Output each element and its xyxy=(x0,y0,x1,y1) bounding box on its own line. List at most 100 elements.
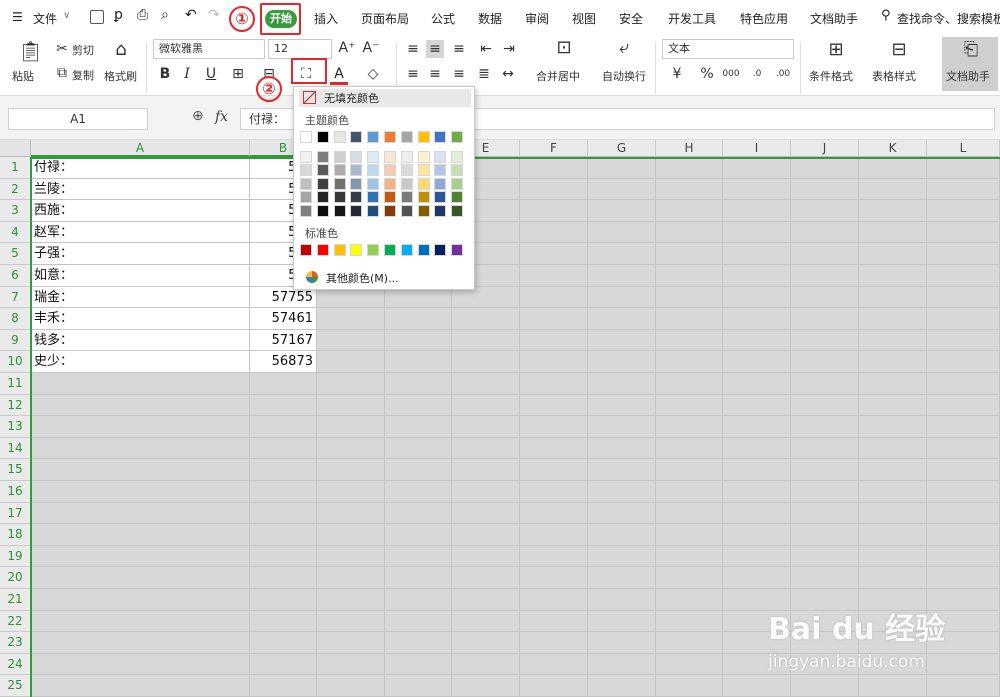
paste-button[interactable]: 粘贴 xyxy=(12,68,34,84)
cell[interactable] xyxy=(317,373,385,395)
cell[interactable] xyxy=(927,329,1000,352)
undo-icon[interactable]: ↶ xyxy=(185,7,197,23)
name-cell[interactable]: 钱多： xyxy=(31,329,250,352)
cell[interactable] xyxy=(588,567,656,589)
cell[interactable] xyxy=(656,329,723,352)
cell[interactable] xyxy=(588,545,656,568)
select-all-corner[interactable] xyxy=(0,140,31,157)
cell[interactable] xyxy=(723,524,791,546)
tab-special[interactable]: 特色应用 xyxy=(740,10,788,27)
cell[interactable] xyxy=(317,394,385,417)
cell[interactable] xyxy=(385,437,452,460)
tab-formulas[interactable]: 公式 xyxy=(431,10,455,27)
cell[interactable] xyxy=(723,502,791,525)
name-cell[interactable]: 丰禾： xyxy=(31,308,250,330)
cell[interactable] xyxy=(452,632,520,654)
name-cell[interactable]: 史少： xyxy=(31,351,250,373)
cell[interactable] xyxy=(588,157,656,179)
cell[interactable] xyxy=(250,675,317,697)
row-header[interactable]: 13 xyxy=(0,416,31,438)
theme-shade-swatch[interactable] xyxy=(333,151,346,163)
name-cell[interactable]: 付禄： xyxy=(31,157,250,179)
cell[interactable] xyxy=(520,524,588,546)
cell[interactable] xyxy=(656,502,723,525)
cell[interactable] xyxy=(31,545,250,568)
cell[interactable] xyxy=(791,178,859,201)
cell[interactable] xyxy=(791,329,859,352)
cell[interactable] xyxy=(520,653,588,676)
cell[interactable] xyxy=(31,567,250,589)
conditional-format-icon[interactable]: ⊞ xyxy=(825,41,847,59)
cell[interactable] xyxy=(385,308,452,330)
cell[interactable] xyxy=(385,545,452,568)
cell[interactable] xyxy=(385,524,452,546)
standard-color-swatch[interactable] xyxy=(316,244,329,256)
row-header[interactable]: 7 xyxy=(0,286,31,309)
cell[interactable] xyxy=(791,200,859,222)
cell[interactable] xyxy=(656,157,723,179)
cell[interactable] xyxy=(927,221,1000,244)
cell[interactable] xyxy=(588,610,656,633)
cell[interactable] xyxy=(791,243,859,265)
cell[interactable] xyxy=(723,329,791,352)
cell[interactable] xyxy=(656,416,723,438)
row-header[interactable]: 8 xyxy=(0,308,31,330)
cell[interactable] xyxy=(656,265,723,287)
scissors-icon[interactable]: ✂ xyxy=(53,40,71,58)
tab-page-layout[interactable]: 页面布局 xyxy=(361,10,409,27)
row-header[interactable]: 21 xyxy=(0,589,31,611)
export-pdf-icon[interactable]: ꝑ xyxy=(114,7,123,23)
row-header[interactable]: 15 xyxy=(0,459,31,481)
cell[interactable] xyxy=(791,545,859,568)
theme-shade-swatch[interactable] xyxy=(316,191,329,204)
cell[interactable] xyxy=(31,589,250,611)
theme-shade-swatch[interactable] xyxy=(300,191,312,204)
theme-shade-swatch[interactable] xyxy=(367,191,380,204)
cell[interactable] xyxy=(520,416,588,438)
cell[interactable] xyxy=(723,394,791,417)
cell[interactable] xyxy=(927,265,1000,287)
cell[interactable] xyxy=(250,437,317,460)
cell[interactable] xyxy=(791,351,859,373)
column-header-l[interactable]: L xyxy=(927,140,1000,157)
cell[interactable] xyxy=(317,632,385,654)
font-color-icon[interactable]: A xyxy=(330,65,348,85)
cell[interactable] xyxy=(385,459,452,481)
bold-icon[interactable]: B xyxy=(156,65,174,83)
name-cell[interactable]: 瑞金： xyxy=(31,286,250,309)
theme-shade-swatch[interactable] xyxy=(451,164,464,177)
cell[interactable] xyxy=(859,286,927,309)
cell[interactable] xyxy=(250,653,317,676)
cell[interactable] xyxy=(588,524,656,546)
cell[interactable] xyxy=(317,524,385,546)
cell[interactable] xyxy=(927,437,1000,460)
cell[interactable] xyxy=(791,394,859,417)
print-icon[interactable]: ⎙ xyxy=(137,7,148,23)
cell[interactable] xyxy=(927,308,1000,330)
cell[interactable] xyxy=(723,567,791,589)
column-header-f[interactable]: F xyxy=(520,140,588,157)
cell[interactable] xyxy=(317,567,385,589)
cell[interactable] xyxy=(31,394,250,417)
theme-color-swatch[interactable] xyxy=(417,131,430,143)
cell[interactable] xyxy=(656,373,723,395)
cell[interactable] xyxy=(250,610,317,633)
standard-color-swatch[interactable] xyxy=(400,244,413,256)
cell[interactable] xyxy=(520,589,588,611)
search-icon[interactable]: ⚲ xyxy=(881,8,891,23)
cell[interactable] xyxy=(588,265,656,287)
theme-shade-swatch[interactable] xyxy=(384,151,396,163)
row-header[interactable]: 24 xyxy=(0,653,31,676)
cell[interactable] xyxy=(520,502,588,525)
theme-shade-swatch[interactable] xyxy=(316,151,329,163)
standard-color-swatch[interactable] xyxy=(434,244,447,256)
tab-data[interactable]: 数据 xyxy=(478,10,502,27)
cell[interactable] xyxy=(656,221,723,244)
cell[interactable] xyxy=(385,610,452,633)
cell[interactable] xyxy=(927,416,1000,438)
theme-color-swatch[interactable] xyxy=(451,131,464,143)
theme-shade-swatch[interactable] xyxy=(384,164,396,177)
cell[interactable] xyxy=(791,416,859,438)
cell[interactable] xyxy=(656,481,723,503)
cell[interactable] xyxy=(317,416,385,438)
